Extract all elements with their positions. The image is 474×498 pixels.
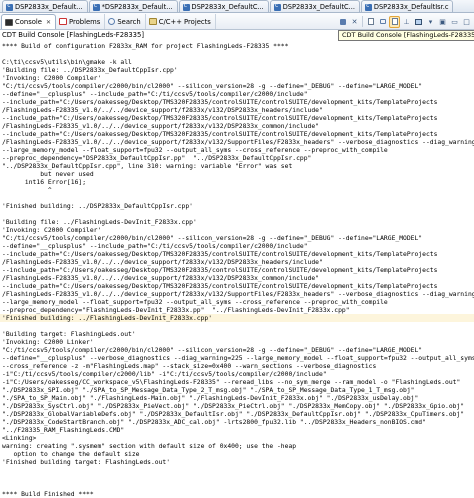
console-line: --large_memory_model --float_support=fpu…: [2, 147, 388, 154]
console-line: 'Building file: ../DSP2833x_DefaultCppIs…: [2, 67, 178, 74]
view-tab-label: Console: [15, 18, 42, 26]
editor-tab-label: DSP2833x_Default...: [15, 3, 83, 11]
console-line: "./DSP2833x_SPI.obj" "./SPA_to_SP_Messag…: [2, 387, 415, 394]
tab-problems[interactable]: Problems: [56, 14, 106, 29]
view-tab-label: Problems: [69, 17, 101, 26]
tab-search[interactable]: Search: [105, 14, 146, 29]
console-line: /FlashingLeds-F28335_v1.0/../../device_s…: [2, 107, 323, 114]
console-line: 'Finished building: ../DSP2833x_DefaultC…: [2, 203, 193, 210]
editor-tab-label: DSP2833x_DefaultIsr.c: [373, 3, 449, 11]
console-tooltip: CDT Build Console [FlashingLeds-F28335]: [338, 30, 474, 41]
editor-tab-strip: DSP2833x_Default... *DSP2833x_Default... D…: [0, 0, 474, 13]
problems-icon: [59, 18, 68, 25]
console-line: --include_path="C:/Users/oakesseg/Deskto…: [2, 131, 438, 138]
console-line: --include_path="C:/Users/oakesseg/Deskto…: [2, 283, 438, 290]
console-line: **** Build of configuration F2833x_RAM f…: [2, 43, 289, 50]
tab-c-c-projects[interactable]: C/C++ Projects: [146, 14, 216, 29]
terminate-icon[interactable]: [337, 16, 348, 28]
console-line: <Linking>: [2, 435, 37, 442]
console-line: "./SPA_to_SP_Main.obj" "./FlashingLeds-M…: [2, 395, 419, 402]
console-line: 'Invoking: C2000 Linker': [2, 339, 94, 346]
c-file-icon: [273, 2, 281, 11]
console-line: warning: creating ".sysmem" section with…: [2, 443, 297, 450]
maximize-icon[interactable]: □: [461, 16, 472, 28]
editor-tab[interactable]: DSP2833x_Default...: [2, 0, 88, 12]
clear-console-icon[interactable]: [365, 16, 376, 28]
open-console-icon[interactable]: ▣: [437, 16, 448, 28]
editor-tab[interactable]: DSP2833x_DefaultIsr.c: [360, 0, 454, 12]
console-line: 'Building file: ../FlashingLeds-DevInit_…: [2, 219, 197, 226]
tab-console[interactable]: Console ✕: [1, 14, 57, 29]
console-toolbar: ✕ ⊥ ▾ ▣ ▭ □: [337, 14, 472, 29]
c-file-icon: [92, 2, 100, 11]
view-tab-label: Search: [117, 17, 141, 26]
remove-launch-icon[interactable]: ✕: [349, 16, 360, 28]
console-line: --include_path="C:/Users/oakesseg/Deskto…: [2, 267, 438, 274]
console-line: "C:/ti/ccsv5/tools/compiler/c2000/bin/cl…: [2, 347, 423, 354]
c-file-icon: [364, 2, 372, 11]
console-line: int16 Error[16];: [2, 179, 87, 186]
console-line: --include_path="C:/Users/oakesseg/Deskto…: [2, 115, 438, 122]
view-tab-label: C/C++ Projects: [158, 17, 211, 26]
console-line: ^: [2, 187, 52, 194]
editor-tab-label: DSP2833x_DefaultC...: [282, 3, 355, 11]
console-line: "C:/ti/ccsv5/tools/compiler/c2000/bin/cl…: [2, 235, 423, 242]
console-line: "./DSP2833x_SysCtrl.obj" "./DSP2833x_Pie…: [2, 403, 465, 410]
console-line: 'Invoking: C2000 Compiler': [2, 227, 102, 234]
console-line: /FlashingLeds-F28335_v1.0/../../device_s…: [2, 275, 319, 282]
editor-tab[interactable]: *DSP2833x_Default...: [88, 0, 178, 12]
console-line: --preproc_dependency="DSP2833x_DefaultCp…: [2, 155, 312, 162]
console-icon: [5, 18, 13, 26]
console-line: "./DSP2833x_GlobalVariableDefs.obj" "./D…: [2, 411, 465, 418]
show-console-icon[interactable]: [389, 15, 400, 28]
editor-tab-label: *DSP2833x_Default...: [101, 3, 173, 11]
console-line: 'Invoking: C2000 Compiler': [2, 75, 102, 82]
display-console-icon[interactable]: [413, 16, 424, 28]
console-line: --define="__cplusplus" --include_path="C…: [2, 243, 308, 250]
console-line: "../DSP2833x_DefaultCppIsr.cpp", line 31…: [2, 163, 293, 170]
console-line: "./DSP2833x_CodeStartBranch.obj" "./DSP2…: [2, 419, 426, 426]
console-line: --large_memory_model --float_support=fpu…: [2, 299, 388, 306]
pin-console-icon[interactable]: ⊥: [401, 16, 412, 28]
console-line: -i"C:/Users/oakesseg/CC_workspace_v5\Fla…: [2, 379, 461, 386]
scroll-lock-icon[interactable]: [377, 16, 388, 28]
projects-icon: [148, 18, 157, 25]
console-line: --cross_reference -z -m"FlashingLeds.map…: [2, 363, 377, 370]
console-line: "../F28335_RAM_FlashingLeds.CMD": [2, 427, 125, 434]
editor-tab[interactable]: DSP2833x_DefaultC...: [269, 0, 360, 12]
console-line: /FlashingLeds-F28335_v1.0/../../device_s…: [2, 259, 323, 266]
editor-tab[interactable]: DSP2833x_DefaultC...: [178, 0, 269, 12]
console-line: 'Building target: FlashingLeds.out': [2, 331, 136, 338]
chevron-down-icon[interactable]: ▾: [425, 16, 436, 28]
console-line: 'Finished building: ../FlashingLeds-DevI…: [2, 315, 213, 322]
console-line: option to change the default size: [2, 451, 140, 458]
console-line: C:\ti\ccsv5\utils\bin\gmake -k all: [2, 59, 132, 66]
console-line: /FlashingLeds-F28335_v1.0/../../device_s…: [2, 291, 474, 298]
console-line: --define="__cplusplus" --verbose_diagnos…: [2, 355, 474, 362]
close-icon[interactable]: ✕: [46, 19, 51, 26]
console-line: /FlashingLeds-F28335_v1.0/../../device_s…: [2, 139, 474, 146]
console-line: /FlashingLeds-F28335_v1.0/../../device_s…: [2, 123, 319, 130]
console-line: --include_path="C:/Users/oakesseg/Deskto…: [2, 251, 438, 258]
c-file-icon: [182, 2, 190, 11]
c-file-icon: [6, 2, 13, 11]
console-line: "C:/ti/ccsv5/tools/compiler/c2000/bin/cl…: [2, 83, 423, 90]
console-line: but never used: [2, 171, 94, 178]
console-line: --preproc_dependency="FlashingLeds-DevIn…: [2, 307, 350, 314]
console-line: --include_path="C:/Users/oakesseg/Deskto…: [2, 99, 438, 106]
search-icon: [108, 18, 116, 25]
minimize-icon[interactable]: ▭: [449, 16, 460, 28]
console-output[interactable]: **** Build of configuration F2833x_RAM f…: [0, 40, 474, 498]
console-name-label: CDT Build Console [FlashingLeds-F28335]: [2, 31, 144, 39]
console-line: 'Finished building target: FlashingLeds.…: [2, 459, 171, 466]
editor-tab-label: DSP2833x_DefaultC...: [191, 3, 264, 11]
console-line: **** Build Finished ****: [2, 491, 94, 498]
console-line: --define="__cplusplus" --include_path="C…: [2, 91, 308, 98]
console-line: -i"C:/ti/ccsv5/tools/compiler/c2000/lib"…: [2, 371, 327, 378]
toolbar-separator: [362, 16, 363, 27]
